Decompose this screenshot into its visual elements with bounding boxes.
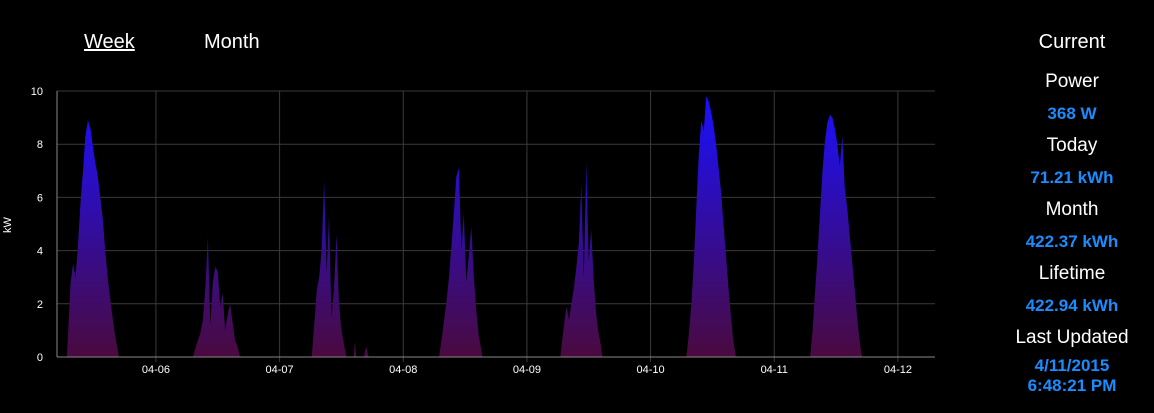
x-tick-label: 04-08 bbox=[389, 364, 417, 376]
month-label: Month bbox=[1045, 199, 1099, 220]
power-label: Power bbox=[1045, 71, 1099, 92]
x-tick-label: 04-09 bbox=[513, 364, 541, 376]
x-tick-label: 04-10 bbox=[637, 364, 665, 376]
solar-monitor: Week Month 0 2 4 6 8 10 04-06 04-07 04-08 04-09 04… bbox=[0, 0, 1154, 413]
power-chart: 0 2 4 6 8 10 04-06 04-07 04-08 04-09 04-10 04-11 04-… bbox=[0, 0, 960, 413]
x-tick-label: 04-11 bbox=[761, 364, 788, 376]
lifetime-value: 422.94 kWh bbox=[1025, 296, 1119, 315]
today-label: Today bbox=[1046, 135, 1098, 156]
y-tick-label: 6 bbox=[37, 192, 43, 204]
power-chart-svg: 0 2 4 6 8 10 04-06 04-07 04-08 04-09 04-10 04-11 04-… bbox=[2, 86, 935, 376]
last-updated-date: 4/11/2015 bbox=[1034, 356, 1110, 375]
x-tick-label: 04-06 bbox=[142, 364, 170, 376]
current-title: Current bbox=[1038, 31, 1106, 53]
current-stats-panel: Current Power 368 W Today 71.21 kWh Mont… bbox=[990, 30, 1154, 404]
last-updated-value: 4/11/2015 6:48:21 PM bbox=[990, 356, 1154, 396]
y-tick-label: 4 bbox=[37, 246, 43, 258]
x-tick-label: 04-07 bbox=[266, 364, 294, 376]
month-value: 422.37 kWh bbox=[1025, 232, 1119, 251]
y-tick-label: 10 bbox=[31, 86, 43, 98]
today-value: 71.21 kWh bbox=[1030, 168, 1114, 187]
last-updated-label: Last Updated bbox=[1015, 327, 1129, 348]
x-tick-label: 04-12 bbox=[884, 364, 912, 376]
axis-layer: 0 2 4 6 8 10 04-06 04-07 04-08 04-09 04-10 04-11 04-… bbox=[31, 86, 935, 376]
lifetime-label: Lifetime bbox=[1038, 263, 1106, 284]
y-tick-label: 2 bbox=[37, 299, 43, 311]
power-value: 368 W bbox=[1047, 104, 1097, 123]
y-tick-label: 0 bbox=[37, 352, 43, 364]
power-area-series bbox=[66, 96, 862, 358]
area-layer bbox=[66, 96, 862, 358]
grid-layer bbox=[57, 90, 935, 362]
y-tick-label: 8 bbox=[37, 139, 43, 151]
last-updated-time: 6:48:21 PM bbox=[1027, 376, 1117, 395]
y-axis-label: kW bbox=[2, 216, 14, 233]
